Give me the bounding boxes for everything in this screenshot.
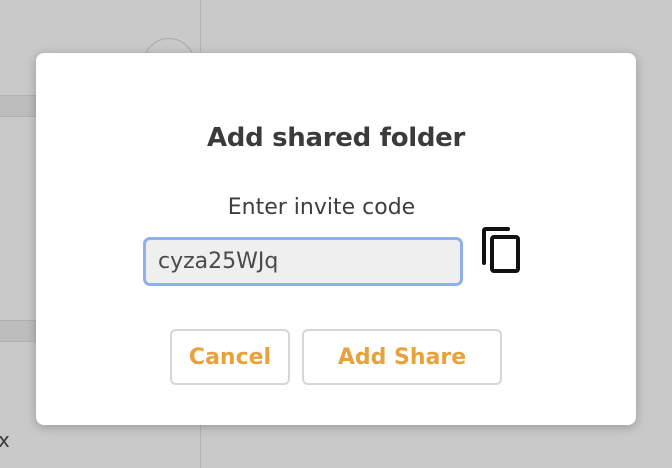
invite-code-input[interactable]	[143, 237, 463, 286]
invite-code-label: Enter invite code	[227, 195, 416, 220]
add-share-button[interactable]: Add Share	[302, 329, 502, 385]
add-shared-folder-dialog: Add shared folder Enter invite code Canc…	[36, 53, 636, 425]
copy-icon[interactable]	[480, 227, 522, 275]
cancel-button[interactable]: Cancel	[170, 329, 290, 385]
dialog-title: Add shared folder	[206, 123, 466, 153]
background-close-icon: x	[0, 428, 10, 452]
